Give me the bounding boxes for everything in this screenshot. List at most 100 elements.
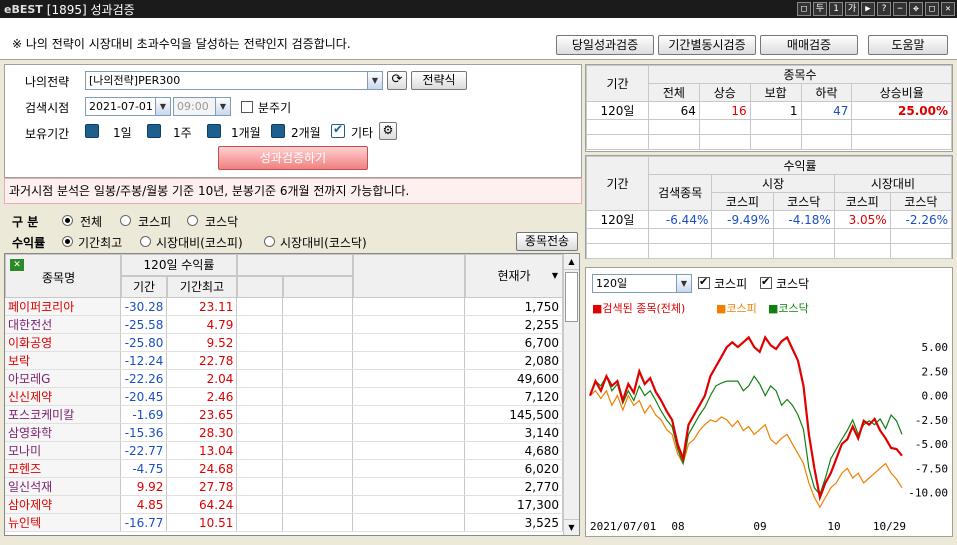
table-row[interactable]: 이화공영 -25.80 9.52 6,700 (5, 333, 563, 352)
send-stocks-button[interactable]: 종목전송 (516, 232, 578, 251)
col-header-price[interactable]: 현재가 ▼ (465, 254, 563, 298)
move-icon[interactable]: ✥ (909, 2, 923, 16)
chart-period-select[interactable]: 120일 ▼ (592, 274, 692, 293)
chevron-down-icon[interactable]: ▼ (215, 98, 230, 115)
maximize-button[interactable]: □ (925, 2, 939, 16)
ret-h-search: 검색종목 (647, 174, 713, 211)
col-header-empty2 (237, 276, 283, 298)
run-verify-button[interactable]: 성과검증하기 (218, 146, 368, 170)
hold-1day-checkbox[interactable] (85, 124, 99, 138)
stock-name[interactable]: 신신제약 (5, 387, 122, 406)
table-row[interactable]: 삼아제약 4.85 64.24 17,300 (5, 495, 563, 514)
ret-vs-kospi-radio[interactable] (140, 236, 151, 247)
table-row[interactable]: 페이퍼코리아 -30.28 23.11 1,750 (5, 298, 563, 316)
table-row[interactable]: 모나미 -22.77 13.04 4,680 (5, 441, 563, 460)
stock-name[interactable]: 모나미 (5, 441, 122, 460)
div-kospi-radio[interactable] (120, 215, 131, 226)
window-btn-4[interactable]: ▶ (861, 2, 875, 16)
chart-kospi-checkbox[interactable] (698, 275, 710, 289)
hold-2month-checkbox[interactable] (271, 124, 285, 138)
ret-vs-kosdaq-radio[interactable] (264, 236, 275, 247)
stock-name[interactable]: 보락 (5, 351, 122, 370)
stock-name[interactable]: 삼아제약 (5, 495, 122, 514)
table-row[interactable]: 포스코케미칼 -1.69 23.65 145,500 (5, 405, 563, 424)
empty-cell (236, 513, 284, 532)
hold-other-checkbox[interactable] (331, 122, 345, 138)
daily-verify-button[interactable]: 당일성과검증 (556, 35, 654, 55)
col-header-name[interactable]: ✕ 종목명 (5, 254, 121, 298)
sort-down-icon[interactable]: ▼ (552, 255, 558, 297)
chart-kosdaq-checkbox[interactable] (760, 275, 772, 289)
time-picker[interactable]: 09:00 ▼ (173, 97, 231, 116)
stock-name[interactable]: 모헨즈 (5, 459, 122, 478)
hold-1week-checkbox[interactable] (147, 124, 161, 138)
current-price: 49,600 (464, 369, 563, 388)
col-header-return: 120일 수익률 (121, 254, 237, 276)
minute-cycle-checkbox[interactable] (241, 101, 253, 113)
stock-grid: ✕ 종목명 120일 수익률 기간 기간최고 현재가 ▼ 페이퍼코리아 -30.2… (4, 253, 580, 536)
window-btn-0[interactable]: □ (797, 2, 811, 16)
strategy-value: [나의전략]PER300 (89, 74, 181, 87)
current-price: 17,300 (464, 495, 563, 514)
stock-name[interactable]: 일신석재 (5, 477, 122, 496)
table-row[interactable]: 일신석재 9.92 27.78 2,770 (5, 477, 563, 496)
col-header-max[interactable]: 기간최고 (167, 276, 237, 298)
empty-cell (236, 315, 284, 334)
div-kosdaq-radio[interactable] (187, 215, 198, 226)
vertical-scrollbar[interactable]: ▲ ▼ (563, 254, 579, 535)
gear-icon[interactable]: ⚙ (379, 122, 397, 140)
excel-icon[interactable]: ✕ (10, 259, 24, 271)
stock-name[interactable]: 아모레G (5, 369, 122, 388)
window-btn-2[interactable]: 1 (829, 2, 843, 16)
period-verify-button[interactable]: 기간별동시검증 (658, 35, 756, 55)
scroll-up-icon[interactable]: ▲ (564, 254, 579, 270)
table-row[interactable]: 뉴인텍 -16.77 10.51 3,525 (5, 513, 563, 532)
trade-verify-button[interactable]: 매매검증 (760, 35, 858, 55)
minimize-button[interactable]: − (893, 2, 907, 16)
ret-v-kospi: 3.05% (833, 210, 891, 229)
stock-name[interactable]: 이화공영 (5, 333, 122, 352)
ret-max-radio[interactable] (62, 236, 73, 247)
refresh-icon[interactable]: ⟳ (387, 71, 407, 90)
max-return: 10.51 (166, 513, 238, 532)
table-row[interactable]: 신신제약 -20.45 2.46 7,120 (5, 387, 563, 406)
table-row[interactable]: 모헨즈 -4.75 24.68 6,020 (5, 459, 563, 478)
div-all-radio[interactable] (62, 215, 73, 226)
table-row[interactable]: 아모레G -22.26 2.04 49,600 (5, 369, 563, 388)
hold-other-label: 기타 (351, 126, 374, 140)
close-button[interactable]: ✕ (941, 2, 955, 16)
empty-cell (352, 369, 466, 388)
stat-h-ratio: 상승비율 (851, 83, 952, 102)
stock-name[interactable]: 페이퍼코리아 (5, 298, 122, 316)
table-row[interactable]: 대한전선 -25.58 4.79 2,255 (5, 315, 563, 334)
stat-flat: 1 (749, 101, 802, 120)
ret-m-kospi: -9.49% (711, 210, 774, 229)
hold-1month-checkbox[interactable] (207, 124, 221, 138)
chevron-down-icon[interactable]: ▼ (367, 72, 382, 89)
scroll-thumb[interactable] (565, 272, 578, 322)
col-header-period[interactable]: 기간 (121, 276, 167, 298)
x-tick-label: 09 (753, 520, 766, 533)
stock-table: 페이퍼코리아 -30.28 23.11 1,750 대한전선 -25.58 4.79 2,25… (5, 298, 563, 532)
stock-count-panel: 기간 종목수 전체 상승 보합 하락 상승비율 120일 64 16 1 47 … (585, 64, 953, 152)
table-row[interactable]: 보락 -12.24 22.78 2,080 (5, 351, 563, 370)
help-button[interactable]: 도움말 (868, 35, 948, 55)
help-window-btn[interactable]: ? (877, 2, 891, 16)
stock-name[interactable]: 삼영화학 (5, 423, 122, 442)
window-btn-3[interactable]: 가 (845, 2, 859, 16)
stock-name[interactable]: 포스코케미칼 (5, 405, 122, 424)
period-return: -30.28 (120, 298, 168, 316)
window-btn-1[interactable]: 두 (813, 2, 827, 16)
scroll-down-icon[interactable]: ▼ (564, 519, 579, 535)
chevron-down-icon[interactable]: ▼ (155, 98, 170, 115)
stock-name[interactable]: 대한전선 (5, 315, 122, 334)
legend-entry: ■코스피 (716, 302, 757, 315)
stock-name[interactable]: 뉴인텍 (5, 513, 122, 532)
chevron-down-icon[interactable]: ▼ (676, 275, 691, 292)
formula-button[interactable]: 전략식 (411, 71, 467, 90)
x-tick-label: 2021/07/01 (590, 520, 656, 533)
strategy-select[interactable]: [나의전략]PER300 ▼ (85, 71, 383, 90)
date-picker[interactable]: 2021-07-01 ▼ (85, 97, 171, 116)
table-row[interactable]: 삼영화학 -15.36 28.30 3,140 (5, 423, 563, 442)
ret-h-v-kosdaq: 코스닥 (889, 192, 953, 211)
